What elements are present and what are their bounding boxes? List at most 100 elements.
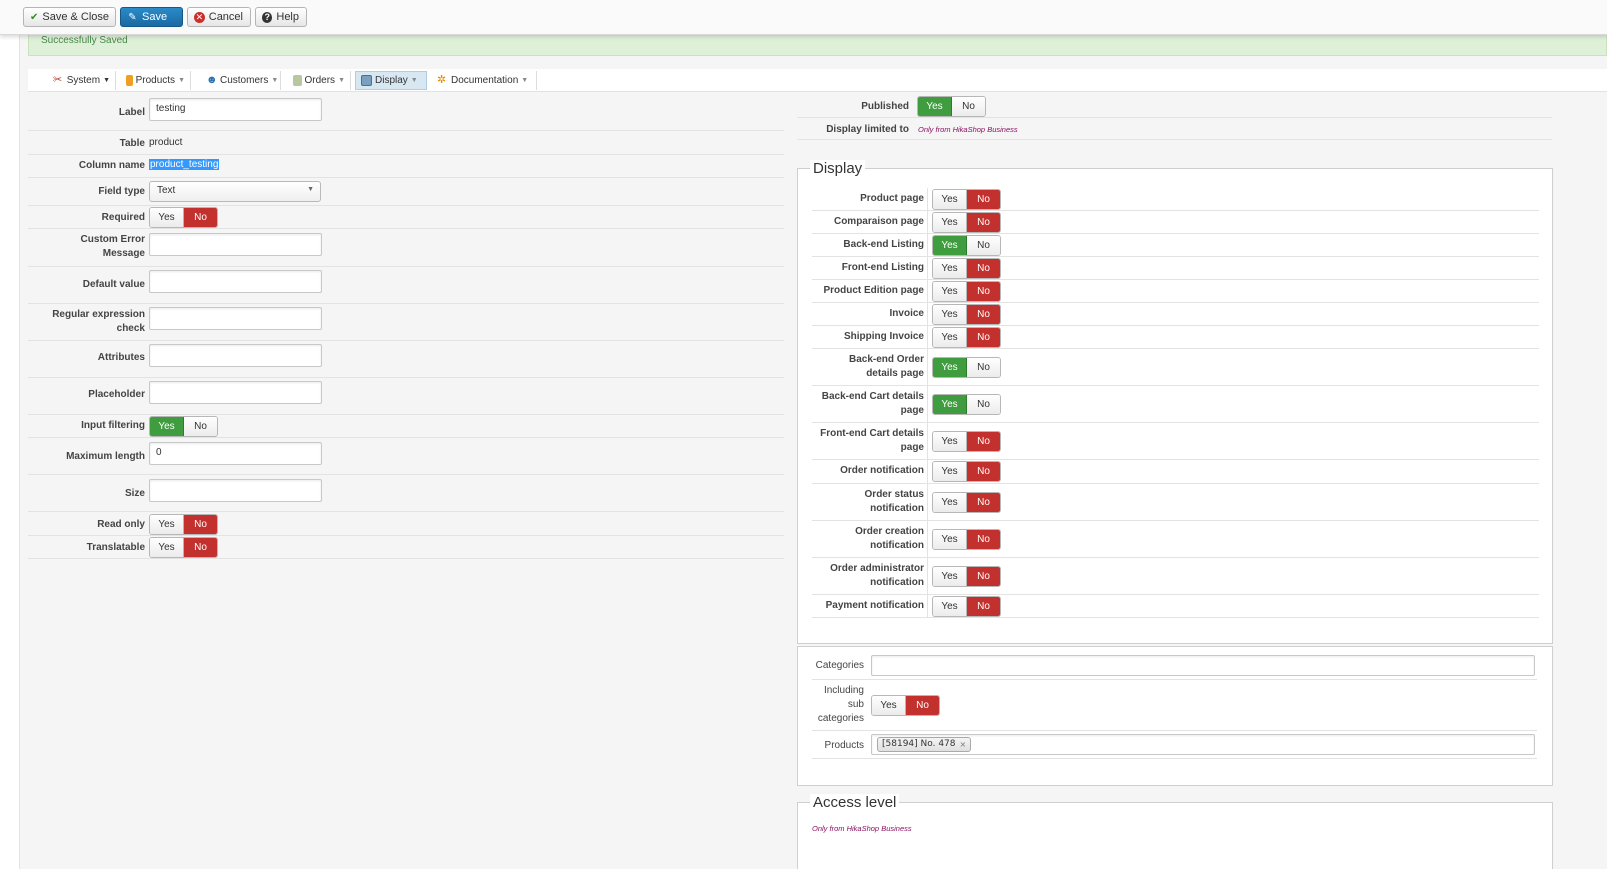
toggle-yes[interactable]: Yes — [933, 305, 967, 324]
toggle-yes[interactable]: Yes — [933, 282, 967, 301]
published-no[interactable]: No — [952, 97, 985, 116]
menu-orders[interactable]: Orders ▼ — [288, 71, 351, 90]
sub-categories-yes[interactable]: Yes — [872, 696, 906, 715]
display-row-toggle[interactable]: Yes No — [932, 529, 1001, 550]
sub-categories-no[interactable]: No — [906, 696, 939, 715]
display-row-toggle[interactable]: Yes No — [932, 492, 1001, 513]
edit-icon: ✎ — [128, 11, 137, 23]
toggle-yes[interactable]: Yes — [933, 597, 967, 616]
row-field-type: Field type Text ▼ — [28, 178, 784, 206]
display-row-toggle[interactable]: Yes No — [932, 596, 1001, 617]
label-cell — [927, 188, 928, 210]
input-filtering-no[interactable]: No — [184, 417, 217, 436]
read-only-no[interactable]: No — [184, 515, 217, 534]
display-row-label: Payment notification — [825, 600, 924, 611]
toggle-no[interactable]: No — [967, 493, 1000, 512]
published-toggle[interactable]: Yes No — [917, 96, 986, 117]
remove-tag-icon[interactable]: × — [960, 738, 967, 751]
sub-categories-toggle[interactable]: Yes No — [871, 695, 940, 716]
display-limited-label: Display limited to — [826, 124, 909, 135]
placeholder-input[interactable] — [149, 381, 322, 404]
toggle-yes[interactable]: Yes — [933, 395, 967, 414]
toggle-no[interactable]: No — [967, 190, 1000, 209]
toggle-no[interactable]: No — [967, 567, 1000, 586]
toggle-yes[interactable]: Yes — [933, 190, 967, 209]
translatable-no[interactable]: No — [184, 538, 217, 557]
display-row-toggle[interactable]: Yes No — [932, 566, 1001, 587]
toggle-no[interactable]: No — [967, 462, 1000, 481]
row-default-value: Default value — [28, 267, 784, 304]
save-close-button[interactable]: ✔ Save & Close — [23, 7, 116, 27]
toggle-no[interactable]: No — [967, 236, 1000, 255]
display-row-toggle[interactable]: Yes No — [932, 327, 1001, 348]
published-yes[interactable]: Yes — [918, 97, 952, 116]
display-row-toggle[interactable]: Yes No — [932, 394, 1001, 415]
toggle-yes[interactable]: Yes — [933, 213, 967, 232]
toggle-yes[interactable]: Yes — [933, 493, 967, 512]
translatable-yes[interactable]: Yes — [150, 538, 184, 557]
display-row-toggle[interactable]: Yes No — [932, 258, 1001, 279]
help-button[interactable]: ? Help — [255, 7, 307, 27]
toggle-yes[interactable]: Yes — [933, 432, 967, 451]
display-row-toggle[interactable]: Yes No — [932, 304, 1001, 325]
required-toggle[interactable]: Yes No — [149, 207, 218, 228]
required-yes[interactable]: Yes — [150, 208, 184, 227]
toggle-no[interactable]: No — [967, 358, 1000, 377]
default-value-input[interactable] — [149, 270, 322, 293]
label-cell — [927, 484, 928, 520]
categories-label: Categories — [815, 660, 864, 671]
menu-customers[interactable]: ☻ Customers ▼ — [201, 71, 281, 90]
categories-input[interactable] — [871, 655, 1535, 676]
toggle-no[interactable]: No — [967, 328, 1000, 347]
display-row-toggle[interactable]: Yes No — [932, 357, 1001, 378]
toggle-no[interactable]: No — [967, 305, 1000, 324]
attributes-input[interactable] — [149, 344, 322, 367]
menu-documentation[interactable]: ✲ Documentation ▼ — [432, 71, 537, 90]
toggle-yes[interactable]: Yes — [933, 236, 967, 255]
toggle-yes[interactable]: Yes — [933, 358, 967, 377]
toggle-no[interactable]: No — [967, 259, 1000, 278]
regex-input[interactable] — [149, 307, 322, 330]
max-length-input[interactable]: 0 — [149, 442, 322, 465]
toggle-yes[interactable]: Yes — [933, 462, 967, 481]
toggle-yes[interactable]: Yes — [933, 567, 967, 586]
products-input[interactable]: [58194] No. 478 × — [871, 734, 1535, 755]
display-row-toggle[interactable]: Yes No — [932, 461, 1001, 482]
toggle-no[interactable]: No — [967, 213, 1000, 232]
display-row-toggle[interactable]: Yes No — [932, 212, 1001, 233]
display-row: Order status notification Yes No — [812, 484, 1539, 521]
field-type-select[interactable]: Text ▼ — [149, 181, 321, 202]
save-button[interactable]: ✎ Save — [120, 7, 183, 27]
required-no[interactable]: No — [184, 208, 217, 227]
toggle-yes[interactable]: Yes — [933, 259, 967, 278]
toggle-yes[interactable]: Yes — [933, 328, 967, 347]
custom-error-input[interactable] — [149, 233, 322, 256]
input-filtering-toggle[interactable]: Yes No — [149, 416, 218, 437]
toggle-no[interactable]: No — [967, 530, 1000, 549]
read-only-toggle[interactable]: Yes No — [149, 514, 218, 535]
toggle-no[interactable]: No — [967, 432, 1000, 451]
menu-system[interactable]: ✂ System ▼ — [48, 71, 116, 90]
input-filtering-yes[interactable]: Yes — [150, 417, 184, 436]
toggle-yes[interactable]: Yes — [933, 530, 967, 549]
display-row-toggle[interactable]: Yes No — [932, 189, 1001, 210]
toggle-no[interactable]: No — [967, 395, 1000, 414]
menu-products[interactable]: Products ▼ — [121, 71, 191, 90]
display-row-toggle[interactable]: Yes No — [932, 281, 1001, 302]
translatable-toggle[interactable]: Yes No — [149, 537, 218, 558]
display-row: Back-end Order details page Yes No — [812, 349, 1539, 386]
display-row: Order notification Yes No — [812, 460, 1539, 484]
size-input[interactable] — [149, 479, 322, 502]
access-level-fieldset: Access level Only from HikaShop Business — [797, 794, 1553, 869]
read-only-label: Read only — [97, 519, 145, 530]
menu-display[interactable]: Display ▼ — [355, 71, 427, 90]
display-row: Back-end Cart details page Yes No — [812, 386, 1539, 423]
toggle-no[interactable]: No — [967, 597, 1000, 616]
display-row-toggle[interactable]: Yes No — [932, 235, 1001, 256]
toggle-no[interactable]: No — [967, 282, 1000, 301]
display-row-toggle[interactable]: Yes No — [932, 431, 1001, 452]
cancel-button[interactable]: ✕ Cancel — [187, 7, 251, 27]
label-input[interactable]: testing — [149, 98, 322, 121]
column-name-value[interactable]: product_testing — [149, 159, 220, 170]
read-only-yes[interactable]: Yes — [150, 515, 184, 534]
